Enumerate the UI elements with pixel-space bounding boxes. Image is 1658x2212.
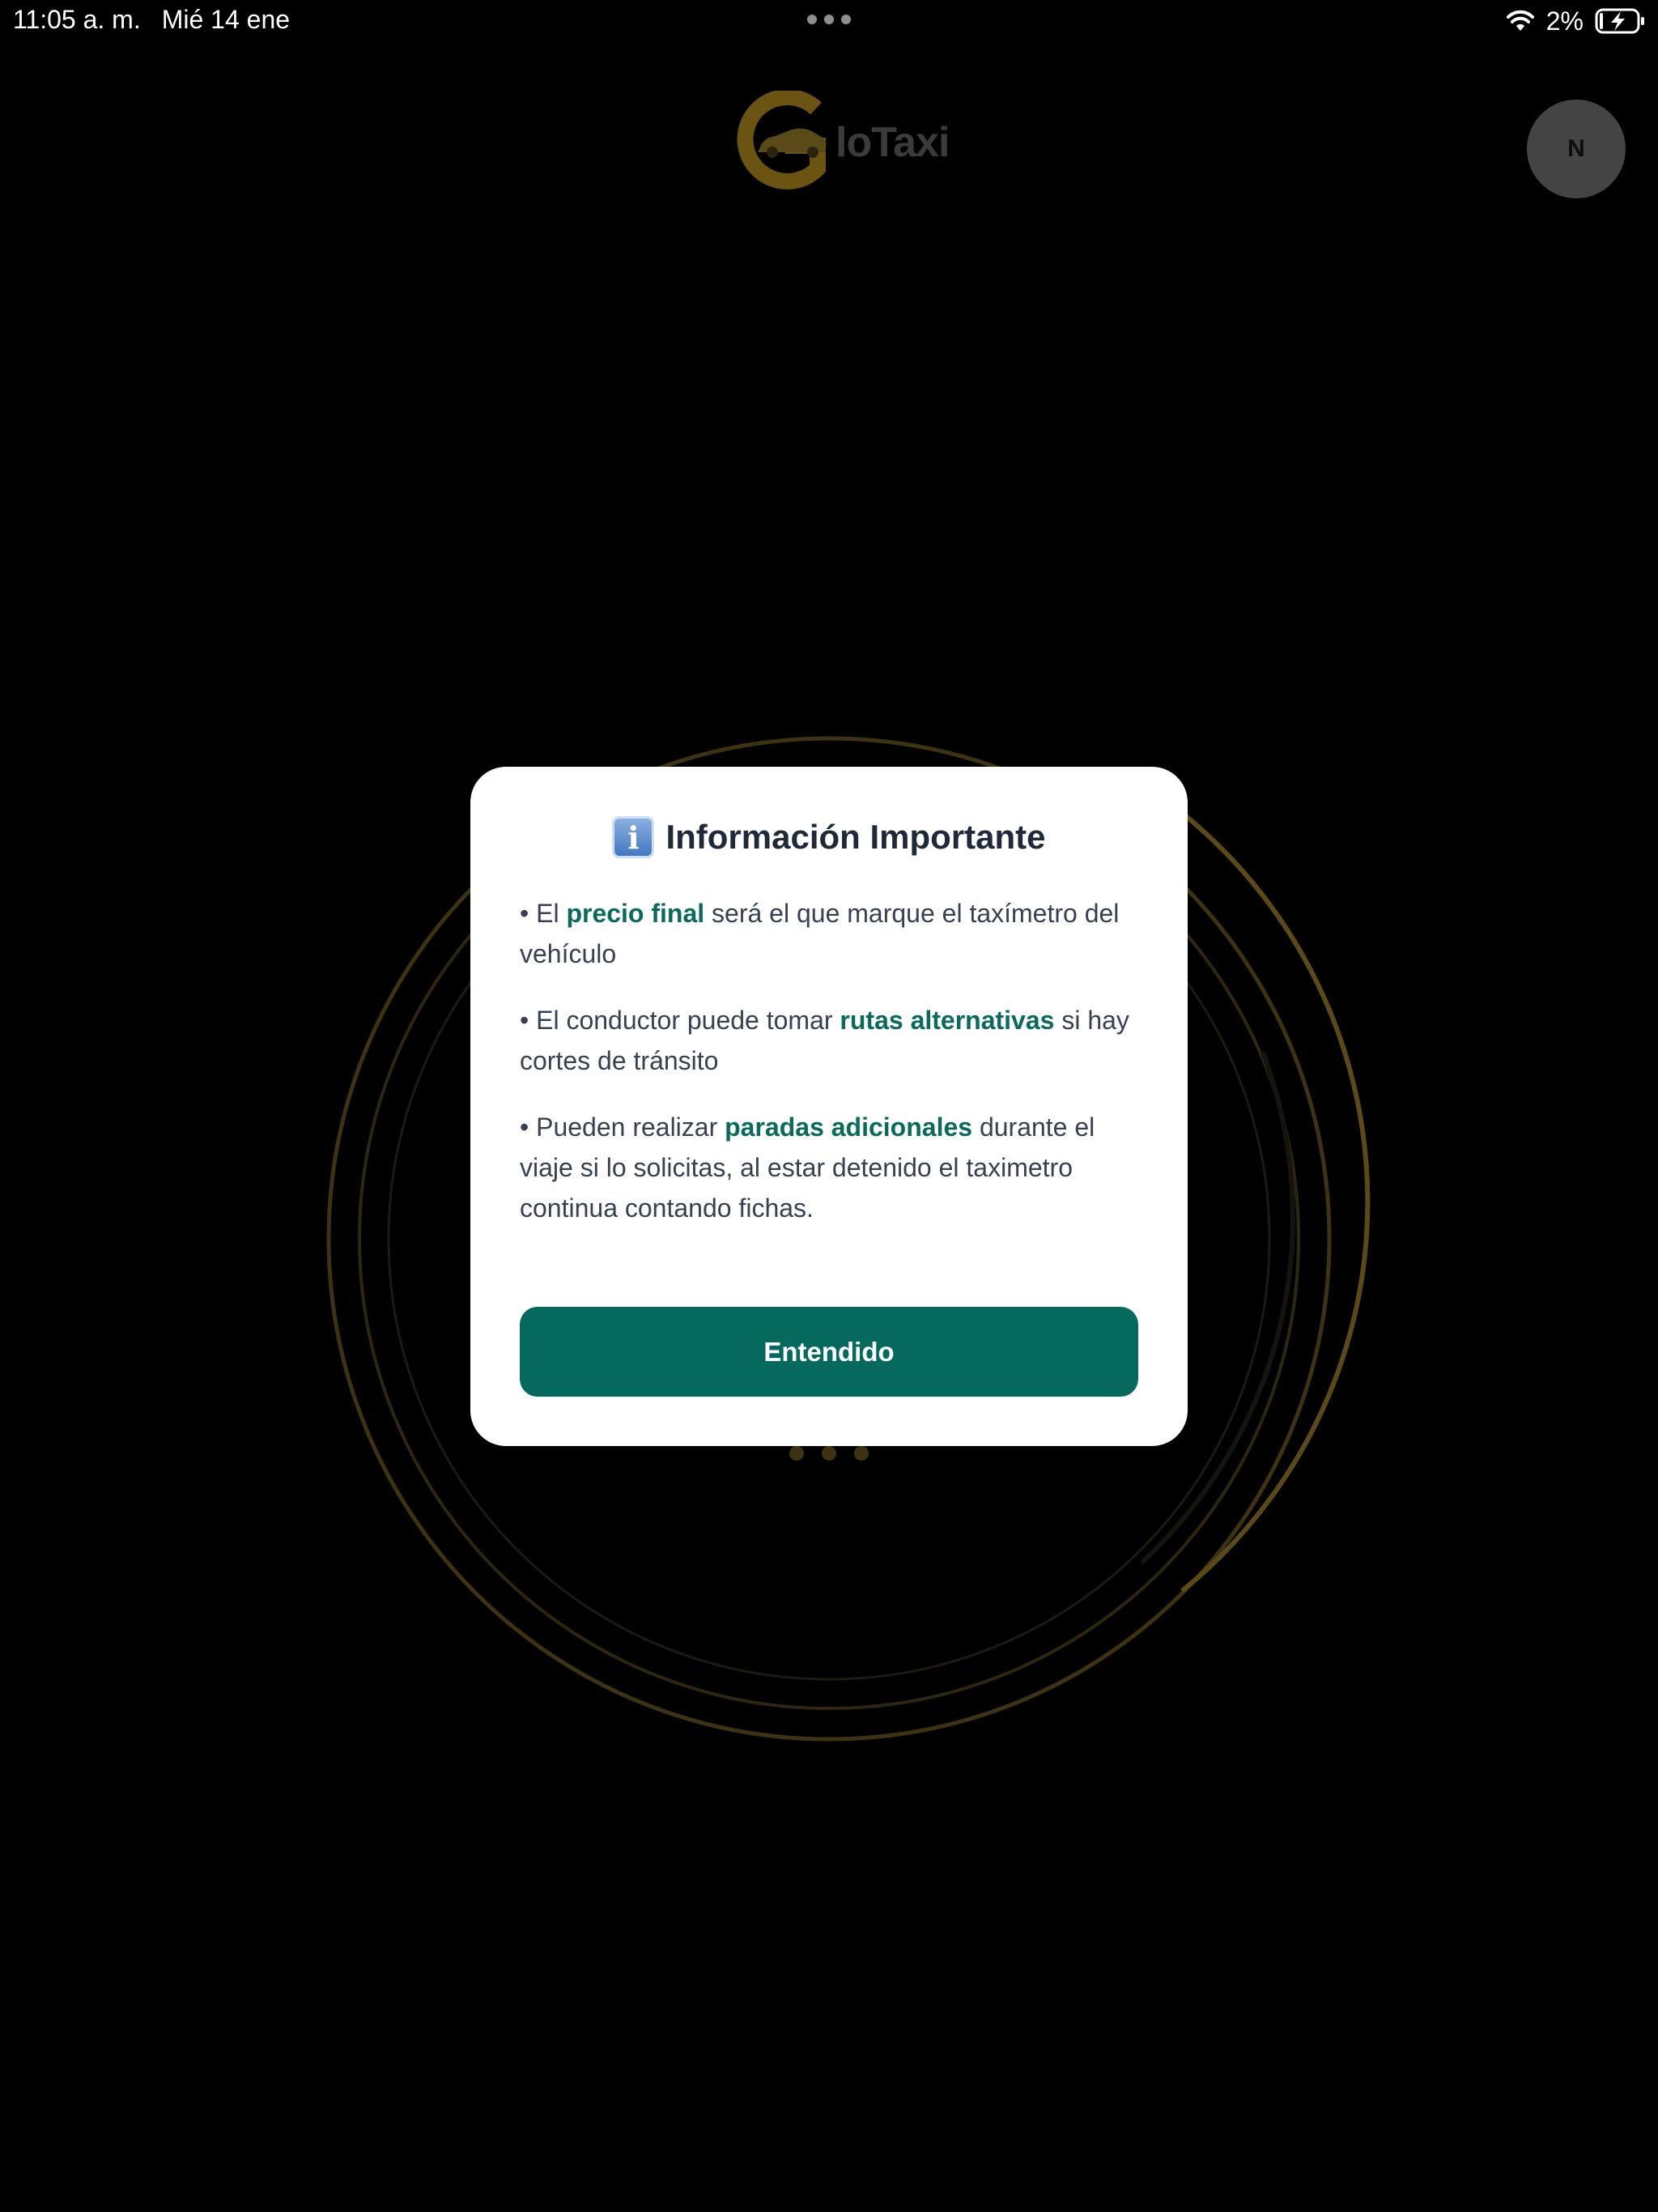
status-time-date: 11:05 a. m. Mié 14 ene xyxy=(13,5,290,35)
info-list: • El precio final será el que marque el … xyxy=(520,893,1138,1228)
logo-text: loTaxi xyxy=(835,119,950,166)
more-dots-icon[interactable] xyxy=(806,14,852,25)
loading-dot xyxy=(789,1446,804,1461)
modal-title: i Información Importante xyxy=(520,812,1138,862)
highlight-text: rutas alternativas xyxy=(840,1006,1055,1035)
info-item-alternative-routes: • El conductor puede tomar rutas alterna… xyxy=(520,1006,1129,1075)
highlight-text: paradas adicionales xyxy=(725,1112,973,1142)
modal-title-text: Información Importante xyxy=(665,818,1046,856)
status-time: 11:05 a. m. xyxy=(13,5,141,34)
status-date: Mié 14 ene xyxy=(161,5,291,34)
info-item-additional-stops: • Pueden realizar paradas adicionales du… xyxy=(520,1112,1095,1223)
highlight-text: precio final xyxy=(566,899,705,928)
app-screen: 11:05 a. m. Mié 14 ene 2% loTaxi N i Inf… xyxy=(0,0,1658,2212)
avatar[interactable]: N xyxy=(1527,100,1626,198)
battery-charging-icon xyxy=(1595,8,1644,34)
battery-percent: 2% xyxy=(1545,6,1584,36)
status-bar: 11:05 a. m. Mié 14 ene 2% xyxy=(0,0,1658,40)
loading-dot xyxy=(822,1446,836,1461)
avatar-initial: N xyxy=(1567,135,1585,162)
understood-button[interactable]: Entendido xyxy=(520,1307,1138,1397)
info-item-final-price: • El precio final será el que marque el … xyxy=(520,899,1120,968)
ring-progress-arc xyxy=(1176,807,1371,1593)
status-right: 2% xyxy=(1506,5,1645,37)
info-modal: i Información Importante • El precio fin… xyxy=(470,767,1188,1446)
loading-dot xyxy=(854,1446,869,1461)
wifi-icon xyxy=(1506,10,1534,31)
info-icon: i xyxy=(612,816,655,858)
